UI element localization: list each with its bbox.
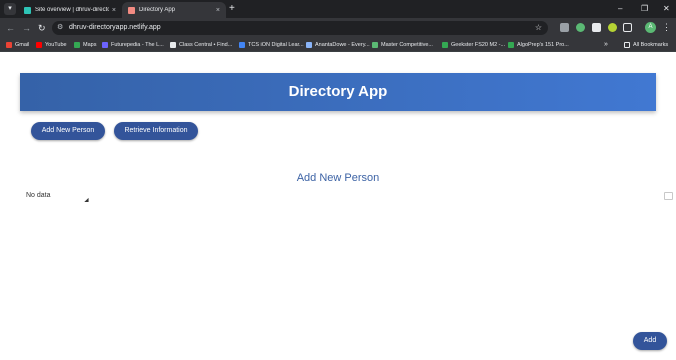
reload-button[interactable]: ↻ (38, 22, 46, 34)
youtube-icon (36, 42, 42, 48)
section-title: Add New Person (296, 172, 380, 184)
extensions-puzzle-icon[interactable] (623, 23, 632, 32)
algoprep-icon (508, 42, 514, 48)
tab-site-overview[interactable]: Site overview | dhruv-directory × (18, 2, 122, 18)
new-tab-button[interactable]: + (229, 3, 235, 15)
master-competitive-icon (372, 42, 378, 48)
maps-icon (74, 42, 80, 48)
restore-button[interactable]: ❐ (641, 2, 648, 16)
tcs-icon (239, 42, 245, 48)
class-central-icon (170, 42, 176, 48)
app-title: Directory App (288, 83, 388, 100)
app-favicon-icon (128, 6, 135, 14)
bookmark-algoprep[interactable]: AlgoPrep's 151 Pro... (508, 40, 569, 50)
add-button[interactable]: Add (633, 332, 667, 350)
translate-icon[interactable] (664, 192, 673, 200)
url-text[interactable]: dhruv-directoryapp.netlify.app (69, 24, 161, 31)
close-window-button[interactable]: ✕ (663, 2, 670, 16)
bookmark-youtube[interactable]: YouTube (36, 40, 67, 50)
tab-title: Directory App (139, 7, 176, 13)
browser-tab-bar: ▾ Site overview | dhruv-directory × Dire… (0, 0, 676, 18)
bookmarks-bar: Gmail YouTube Maps Futurepedia - The L..… (0, 38, 676, 52)
bookmark-star-icon[interactable]: ☆ (535, 23, 542, 33)
bookmark-tcs-ion[interactable]: TCS iON Digital Lear... (239, 40, 304, 50)
tab-search-button[interactable]: ▾ (4, 3, 16, 15)
add-new-person-button[interactable]: Add New Person (31, 122, 105, 140)
back-button[interactable]: ← (6, 22, 15, 34)
tab-close-icon[interactable]: × (112, 7, 116, 14)
bookmark-maps[interactable]: Maps (74, 40, 96, 50)
tab-title: Site overview | dhruv-directory (35, 7, 109, 13)
more-bookmarks-icon[interactable]: » (604, 40, 608, 50)
bookmark-class-central[interactable]: Class Central • Find... (170, 40, 232, 50)
netlify-favicon-icon (24, 6, 31, 14)
site-settings-icon[interactable]: ⚙ (57, 23, 63, 33)
page-content: Directory App Add New Person Retrieve In… (0, 53, 676, 360)
retrieve-information-button[interactable]: Retrieve Information (114, 122, 198, 140)
bookmark-gmail[interactable]: Gmail (6, 40, 29, 50)
browser-menu-icon[interactable]: ⋮ (662, 22, 671, 33)
extension-record-icon[interactable] (608, 23, 617, 32)
minimize-button[interactable]: – (618, 2, 622, 16)
extension-grammar-icon[interactable] (576, 23, 585, 32)
gmail-icon (6, 42, 12, 48)
empty-state-message: No data (26, 192, 51, 199)
bookmark-geekster[interactable]: Geekster FS20 M2 -... (442, 40, 505, 50)
futurepedia-icon (102, 42, 108, 48)
mouse-cursor-icon (84, 197, 91, 205)
anantadowe-icon (306, 42, 312, 48)
bookmark-master-competitive[interactable]: Master Competitive... (372, 40, 433, 50)
extension-mail-icon[interactable] (592, 23, 601, 32)
bookmark-futurepedia[interactable]: Futurepedia - The L... (102, 40, 164, 50)
extension-icon[interactable] (560, 23, 569, 32)
address-bar[interactable]: ⚙ dhruv-directoryapp.netlify.app ☆ (52, 21, 548, 35)
tab-close-icon[interactable]: × (216, 7, 220, 14)
browser-toolbar: ← → ↻ ⚙ dhruv-directoryapp.netlify.app ☆… (0, 18, 676, 38)
folder-icon (624, 42, 630, 48)
bookmark-anantadowe[interactable]: AnantaDowe - Every... (306, 40, 370, 50)
app-header: Directory App (20, 73, 656, 111)
tab-directory-app[interactable]: Directory App × (122, 2, 226, 18)
all-bookmarks[interactable]: All Bookmarks (624, 40, 668, 50)
forward-button[interactable]: → (22, 22, 31, 34)
geekster-icon (442, 42, 448, 48)
profile-avatar[interactable]: A (645, 22, 656, 33)
